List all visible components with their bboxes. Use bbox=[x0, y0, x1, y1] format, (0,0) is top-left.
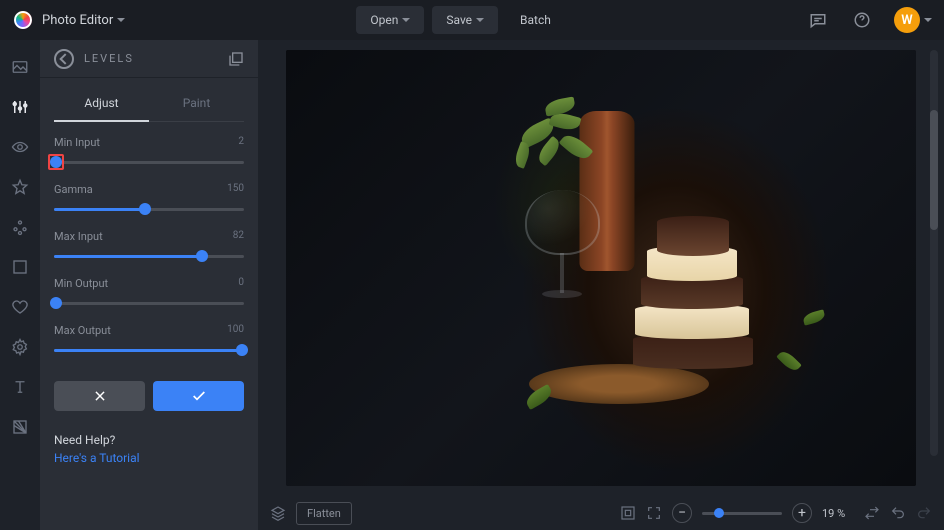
close-icon bbox=[93, 389, 107, 403]
slider-track[interactable] bbox=[54, 155, 244, 169]
avatar: W bbox=[894, 7, 920, 33]
save-button[interactable]: Save bbox=[432, 6, 498, 34]
batch-button[interactable]: Batch bbox=[506, 6, 565, 34]
app-title-dropdown[interactable]: Photo Editor bbox=[42, 13, 125, 28]
redo-icon[interactable] bbox=[916, 505, 932, 521]
text-icon[interactable] bbox=[11, 378, 29, 396]
fit-screen-icon[interactable] bbox=[620, 505, 636, 521]
check-icon bbox=[191, 388, 207, 404]
app-logo bbox=[12, 9, 34, 31]
slider-track[interactable] bbox=[54, 296, 244, 310]
canvas-area: Flatten − + 19 % bbox=[258, 40, 944, 530]
slider-track[interactable] bbox=[54, 249, 244, 263]
slider-value: 82 bbox=[233, 230, 244, 243]
zoom-out-button[interactable]: − bbox=[672, 503, 692, 523]
zoom-in-button[interactable]: + bbox=[792, 503, 812, 523]
slider-label: Max Input bbox=[54, 230, 103, 243]
slider-gamma: Gamma 150 bbox=[54, 183, 244, 216]
help-title: Need Help? bbox=[54, 433, 244, 447]
help-tutorial-link[interactable]: Here's a Tutorial bbox=[54, 451, 244, 465]
tab-paint[interactable]: Paint bbox=[149, 96, 244, 121]
tab-adjust[interactable]: Adjust bbox=[54, 96, 149, 122]
slider-track[interactable] bbox=[54, 202, 244, 216]
slider-label: Max Output bbox=[54, 324, 111, 337]
slider-value: 0 bbox=[238, 277, 244, 290]
flatten-button[interactable]: Flatten bbox=[296, 502, 352, 525]
apply-button[interactable] bbox=[153, 381, 244, 411]
slider-value: 150 bbox=[227, 183, 244, 196]
slider-min-input: Min Input 2 bbox=[54, 136, 244, 169]
toolrail bbox=[0, 40, 40, 530]
zoom-label: 19 % bbox=[822, 507, 854, 520]
levels-panel: LEVELS Adjust Paint Min Input 2 Gamma 150 … bbox=[40, 40, 258, 530]
gear-icon[interactable] bbox=[11, 338, 29, 356]
slider-value: 100 bbox=[227, 324, 244, 337]
panel-tabs: Adjust Paint bbox=[54, 96, 244, 122]
slider-value: 2 bbox=[238, 136, 244, 149]
zoom-slider[interactable] bbox=[702, 512, 782, 515]
compare-toggle-icon[interactable] bbox=[864, 505, 880, 521]
panel-back-button[interactable] bbox=[54, 49, 74, 69]
slider-max-output: Max Output 100 bbox=[54, 324, 244, 357]
open-button[interactable]: Open bbox=[356, 6, 424, 34]
slider-label: Min Input bbox=[54, 136, 100, 149]
comment-icon[interactable] bbox=[804, 6, 832, 34]
highlight-marker bbox=[48, 154, 64, 170]
topbar: Photo Editor Open Save Batch W bbox=[0, 0, 944, 40]
cancel-button[interactable] bbox=[54, 381, 145, 411]
square-icon[interactable] bbox=[11, 258, 29, 276]
panel-title: LEVELS bbox=[84, 52, 134, 65]
vertical-scrollbar[interactable] bbox=[930, 50, 938, 456]
slider-max-input: Max Input 82 bbox=[54, 230, 244, 263]
compare-icon[interactable] bbox=[228, 51, 244, 67]
slider-track[interactable] bbox=[54, 343, 244, 357]
slider-label: Gamma bbox=[54, 183, 93, 196]
help-section: Need Help? Here's a Tutorial bbox=[40, 427, 258, 471]
zoom-controls: − + 19 % bbox=[672, 503, 854, 523]
eye-icon[interactable] bbox=[11, 138, 29, 156]
help-icon[interactable] bbox=[848, 6, 876, 34]
nodes-icon[interactable] bbox=[11, 218, 29, 236]
heart-icon[interactable] bbox=[11, 298, 29, 316]
slider-label: Min Output bbox=[54, 277, 108, 290]
bottombar: Flatten − + 19 % bbox=[258, 496, 944, 530]
expand-icon[interactable] bbox=[646, 505, 662, 521]
sliders-group: Min Input 2 Gamma 150 Max Input 82 Min Outp… bbox=[40, 122, 258, 371]
layers-icon[interactable] bbox=[270, 505, 286, 521]
undo-icon[interactable] bbox=[890, 505, 906, 521]
star-icon[interactable] bbox=[11, 178, 29, 196]
slider-min-output: Min Output 0 bbox=[54, 277, 244, 310]
texture-icon[interactable] bbox=[11, 418, 29, 436]
account-menu[interactable]: W bbox=[884, 7, 932, 33]
sliders-icon[interactable] bbox=[11, 98, 29, 116]
image-icon[interactable] bbox=[11, 58, 29, 76]
photo-canvas[interactable] bbox=[286, 50, 916, 486]
